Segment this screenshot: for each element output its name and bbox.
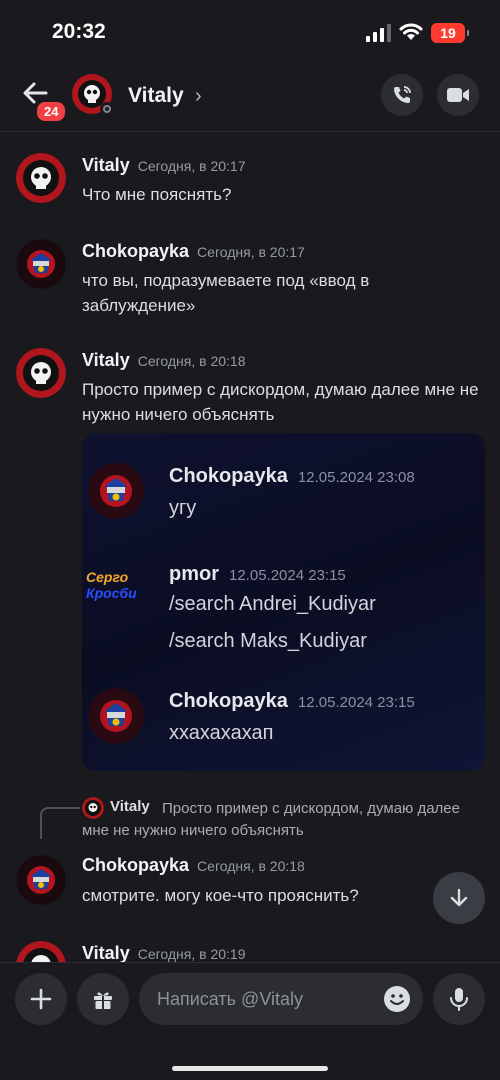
wifi-icon	[399, 23, 423, 40]
message-author[interactable]: Chokopayka Сегодня, в 20:18	[82, 855, 305, 876]
message-timestamp: Сегодня, в 20:19	[137, 946, 246, 962]
embed-author: pmor 12.05.2024 23:15	[169, 563, 346, 585]
voice-call-button[interactable]	[381, 74, 423, 116]
message-text: смотрите. могу кое-что прояснить?	[82, 886, 359, 905]
microphone-icon	[450, 988, 468, 1011]
voice-message-button[interactable]	[433, 973, 485, 1025]
video-call-button[interactable]	[437, 74, 479, 116]
message-timestamp: Сегодня, в 20:18	[197, 858, 305, 874]
embed-line: ххахахахап	[169, 722, 274, 744]
embed-avatar	[88, 688, 144, 744]
embed-date: 12.05.2024 23:15	[229, 567, 346, 584]
reply-text: Просто пример с дискордом, думаю далее м…	[82, 800, 460, 839]
chat-header: 24 Vitaly ›	[0, 64, 500, 132]
jump-to-present-button[interactable]	[433, 872, 485, 924]
message-author[interactable]: Vitaly Сегодня, в 20:17	[82, 155, 246, 176]
embed-date: 12.05.2024 23:15	[297, 694, 415, 711]
embed-line: угу	[169, 497, 197, 519]
embed-line: /search Andrei_Kudiyar	[169, 593, 376, 615]
cellular-signal-icon	[366, 24, 391, 42]
embed-avatar: Серго Кросби	[86, 569, 137, 601]
status-offline-indicator	[100, 102, 114, 116]
video-camera-icon	[447, 88, 469, 102]
plus-icon	[30, 988, 52, 1010]
status-bar: 20:32 19	[0, 0, 500, 64]
status-time: 20:32	[52, 20, 106, 43]
message-text: Просто пример с дискордом, думаю далее м…	[82, 380, 479, 424]
message-timestamp: Сегодня, в 20:17	[137, 158, 246, 174]
user-avatar[interactable]	[16, 153, 66, 203]
message-input[interactable]: Написать @Vitaly	[139, 973, 423, 1025]
embed-author: Chokopayka 12.05.2024 23:08	[169, 465, 415, 487]
message-timestamp: Сегодня, в 20:17	[197, 244, 305, 260]
emoji-icon[interactable]	[383, 985, 411, 1013]
arrow-down-icon	[450, 888, 468, 907]
header-username[interactable]: Vitaly	[128, 84, 184, 108]
message-composer: Написать @Vitaly	[0, 962, 500, 1080]
message-author[interactable]: Vitaly Сегодня, в 20:18	[82, 350, 246, 371]
user-avatar[interactable]	[16, 855, 66, 905]
user-avatar[interactable]	[16, 239, 66, 289]
embed-date: 12.05.2024 23:08	[297, 469, 415, 486]
add-attachment-button[interactable]	[15, 973, 67, 1025]
message-author[interactable]: Vitaly Сегодня, в 20:19	[82, 943, 246, 962]
user-avatar[interactable]	[16, 348, 66, 398]
embedded-image[interactable]: Chokopayka 12.05.2024 23:08 угу Серго Кро…	[82, 433, 485, 771]
unread-badge: 24	[35, 100, 68, 123]
message-timestamp: Сегодня, в 20:18	[137, 353, 246, 369]
message-list[interactable]: Vitaly Сегодня, в 20:17 Что мне пояснять?…	[0, 133, 500, 962]
embed-avatar	[88, 463, 144, 519]
message-text: что вы, подразумеваете под «ввод в заблу…	[82, 271, 370, 315]
chevron-right-icon[interactable]: ›	[195, 85, 202, 108]
message-author[interactable]: Chokopayka Сегодня, в 20:17	[82, 241, 305, 262]
home-indicator[interactable]	[172, 1066, 328, 1071]
reply-spine	[40, 807, 80, 839]
embed-author: Chokopayka 12.05.2024 23:15	[169, 690, 415, 712]
embed-line: /search Maks_Kudiyar	[169, 630, 367, 652]
message-text: Что мне пояснять?	[82, 185, 232, 204]
message-input-placeholder: Написать @Vitaly	[157, 989, 304, 1009]
battery-indicator: 19	[431, 23, 469, 43]
gift-icon	[94, 992, 112, 1009]
user-avatar[interactable]	[16, 941, 66, 962]
gift-button[interactable]	[77, 973, 129, 1025]
phone-icon	[394, 86, 411, 103]
reply-reference[interactable]: Vitaly Просто пример с дискордом, думаю …	[0, 795, 500, 845]
